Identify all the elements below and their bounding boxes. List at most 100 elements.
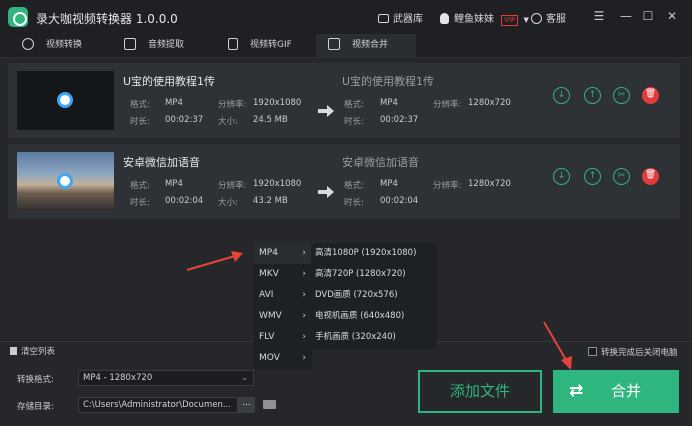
tab-label: 视频合并 [352, 40, 389, 50]
format-select-value: MP4 - 1280x720 [83, 373, 153, 383]
chevron-down-icon: ⌄ [241, 373, 248, 382]
menu-item-mov[interactable]: MOV › [254, 348, 312, 369]
resolution-label: 分辨率: [433, 181, 462, 191]
app-title: 录大咖视频转换器 1.0.0.0 [36, 12, 178, 26]
annotation-arrow-icon [186, 251, 243, 271]
app-logo-thumbnail [57, 173, 73, 189]
output-file-name: U宝的使用教程1传 [342, 75, 435, 88]
store-button[interactable]: 武器库 [378, 10, 423, 25]
tab-video-merge[interactable]: 视频合并 [316, 34, 416, 58]
settings-button[interactable]: ✂ [613, 87, 630, 104]
menu-item-mkv[interactable]: MKV › [254, 264, 312, 285]
video-thumbnail [17, 71, 114, 130]
quality-item[interactable]: 电视机画质 (640x480) [311, 306, 437, 327]
tab-video-convert[interactable]: 视频转换 [10, 34, 110, 58]
move-up-button[interactable]: ↑ [584, 87, 601, 104]
tab-label: 视频转GIF [250, 40, 292, 50]
clear-list-button[interactable]: 清空列表 [10, 345, 55, 357]
menu-item-label: WMV [259, 311, 282, 321]
quality-item[interactable]: 高清720P (1280x720) [311, 264, 437, 285]
chevron-right-icon: › [302, 269, 306, 279]
format-label: 格式: [344, 100, 364, 110]
delete-button[interactable]: 🗑 [642, 168, 659, 185]
output-resolution: 1280x720 [468, 98, 511, 108]
merge-label: 合并 [611, 382, 642, 400]
move-up-button[interactable]: ↑ [584, 168, 601, 185]
swap-arrows-icon: ⇄ [569, 381, 584, 401]
title-bar: 录大咖视频转换器 1.0.0.0 武器库 鲤鱼妹妹 VIP ▼ 客服 ☰ — ☐… [0, 0, 692, 34]
clear-list-label: 清空列表 [21, 347, 56, 357]
browse-button[interactable]: ... [238, 397, 255, 413]
video-thumbnail [17, 152, 114, 211]
merge-button[interactable]: ⇄ 合并 [553, 370, 679, 413]
source-format: MP4 [165, 98, 183, 108]
quality-item[interactable]: 手机画质 (320x240) [311, 327, 437, 348]
service-button[interactable]: 客服 [531, 10, 566, 25]
resolution-label: 分辨率: [433, 100, 462, 110]
chevron-right-icon: › [302, 248, 306, 258]
format-label: 格式: [130, 181, 150, 191]
menu-item-wmv[interactable]: WMV › [254, 306, 312, 327]
annotation-arrow-icon [543, 321, 572, 370]
settings-button[interactable]: ✂ [613, 168, 630, 185]
output-duration: 00:02:37 [380, 115, 419, 125]
menu-item-label: MOV [259, 353, 280, 363]
feature-tabs: 视频转换 音频提取 视频转GIF 视频合并 [0, 34, 692, 58]
format-select[interactable]: MP4 - 1280x720 ⌄ [78, 370, 254, 386]
size-label: 大小: [218, 117, 238, 127]
output-dir-field[interactable]: C:\Users\Administrator\Documen... [78, 397, 238, 413]
shutdown-label: 转换完成后关闭电脑 [601, 348, 678, 358]
maximize-icon[interactable]: ☐ [641, 9, 655, 23]
chevron-right-icon: › [302, 311, 306, 321]
trash-icon [10, 347, 17, 355]
format-select-label: 转换格式: [17, 375, 54, 385]
tab-video-to-gif[interactable]: 视频转GIF [214, 34, 314, 58]
menu-item-label: MKV [259, 269, 279, 279]
menu-item-mp4[interactable]: MP4 › [254, 243, 312, 264]
format-label: 格式: [344, 181, 364, 191]
quality-item[interactable]: DVD画质 (720x576) [311, 285, 437, 306]
shutdown-checkbox[interactable] [588, 347, 597, 356]
format-label: 格式: [130, 100, 150, 110]
arrow-right-icon [318, 186, 334, 198]
resolution-label: 分辨率: [218, 100, 247, 110]
folder-icon[interactable] [263, 400, 276, 409]
app-logo [8, 7, 28, 27]
user-menu[interactable]: 鲤鱼妹妹 VIP ▼ [440, 10, 529, 26]
menu-item-avi[interactable]: AVI › [254, 285, 312, 306]
close-icon[interactable]: ✕ [665, 9, 679, 23]
output-format: MP4 [380, 179, 398, 189]
quality-item[interactable]: 高清1080P (1920x1080) [311, 243, 437, 264]
toolbox-icon [378, 14, 389, 23]
duration-label: 时长: [344, 198, 364, 208]
output-file-name: 安卓微信加语音 [342, 156, 419, 169]
add-file-button[interactable]: 添加文件 [418, 370, 542, 413]
move-down-button[interactable]: ↓ [553, 168, 570, 185]
file-card: U宝的使用教程1传 U宝的使用教程1传 格式: MP4 分辨率: 1920x10… [8, 63, 680, 138]
source-file-name: 安卓微信加语音 [123, 156, 200, 169]
chevron-right-icon: › [302, 332, 306, 342]
source-size: 24.5 MB [253, 115, 288, 125]
source-resolution: 1920x1080 [253, 98, 302, 108]
output-dir-label: 存储目录: [17, 402, 54, 412]
duration-label: 时长: [130, 117, 150, 127]
size-label: 大小: [218, 198, 238, 208]
qq-penguin-icon [440, 13, 449, 24]
chevron-right-icon: › [302, 353, 306, 363]
tab-audio-extract[interactable]: 音频提取 [112, 34, 212, 58]
store-label: 武器库 [393, 14, 423, 25]
resolution-label: 分辨率: [218, 181, 247, 191]
menu-item-flv[interactable]: FLV › [254, 327, 312, 348]
source-format: MP4 [165, 179, 183, 189]
menu-icon[interactable]: ☰ [592, 9, 606, 23]
tab-label: 音频提取 [148, 40, 185, 50]
format-menu: MP4 › MKV › AVI › WMV › FLV › MOV › [254, 243, 312, 369]
minimize-icon[interactable]: — [619, 9, 633, 23]
move-down-button[interactable]: ↓ [553, 87, 570, 104]
service-label: 客服 [546, 14, 566, 25]
merge-icon [328, 38, 340, 50]
delete-button[interactable]: 🗑 [642, 87, 659, 104]
file-card: 安卓微信加语音 安卓微信加语音 格式: MP4 分辨率: 1920x1080 时… [8, 144, 680, 219]
output-format: MP4 [380, 98, 398, 108]
menu-item-label: MP4 [259, 248, 278, 258]
